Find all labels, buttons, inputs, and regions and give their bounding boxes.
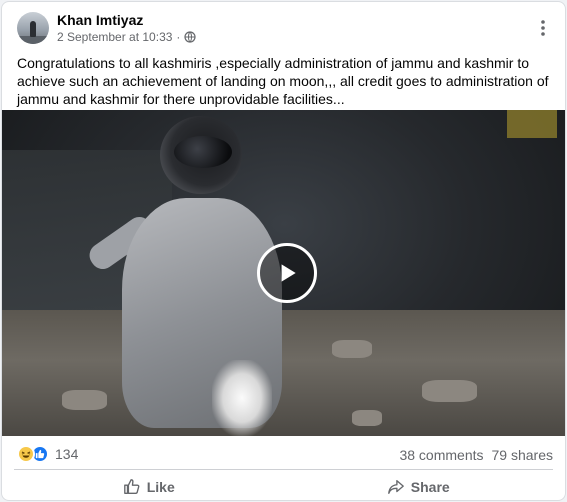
video-glow — [212, 360, 272, 436]
shares-count[interactable]: 79 shares — [492, 447, 553, 463]
avatar-figure — [30, 21, 36, 37]
post-stats: 134 38 comments 79 shares — [2, 438, 565, 468]
video-visor — [174, 136, 232, 168]
meta-separator: · — [176, 30, 181, 44]
post-header: Khan Imtiyaz 2 September at 10:33 · — [2, 2, 565, 50]
video-ground — [2, 310, 565, 436]
actions-divider — [14, 469, 553, 470]
avatar-ground — [17, 36, 49, 44]
like-button[interactable]: Like — [14, 472, 284, 500]
comments-count[interactable]: 38 comments — [399, 447, 483, 463]
post-actions: Like Share — [14, 472, 554, 500]
video-light — [507, 110, 557, 138]
video-rock — [332, 340, 372, 358]
author-name[interactable]: Khan Imtiyaz — [57, 12, 143, 28]
reactions-count[interactable]: 134 — [55, 446, 78, 462]
more-options-icon[interactable] — [533, 18, 553, 38]
video-player[interactable] — [2, 110, 565, 436]
reactions-summary[interactable]: 134 — [17, 445, 78, 463]
post-card: Khan Imtiyaz 2 September at 10:33 · Cong… — [1, 1, 566, 501]
engagement-counts: 38 comments 79 shares — [399, 447, 553, 463]
post-caption: Congratulations to all kashmiris ,especi… — [17, 55, 549, 107]
haha-icon — [17, 445, 35, 463]
post-meta: 2 September at 10:33 · — [57, 30, 197, 44]
thumbs-up-icon — [123, 479, 140, 494]
share-icon — [387, 480, 404, 494]
post-date[interactable]: 2 September at 10:33 — [57, 30, 172, 44]
like-label: Like — [146, 479, 175, 495]
video-rock — [352, 410, 382, 426]
avatar[interactable] — [17, 12, 49, 44]
play-icon[interactable] — [257, 243, 317, 303]
share-button[interactable]: Share — [284, 472, 554, 500]
globe-icon — [184, 31, 197, 43]
video-rock — [422, 380, 477, 402]
share-label: Share — [410, 479, 450, 495]
video-rock — [62, 390, 107, 410]
